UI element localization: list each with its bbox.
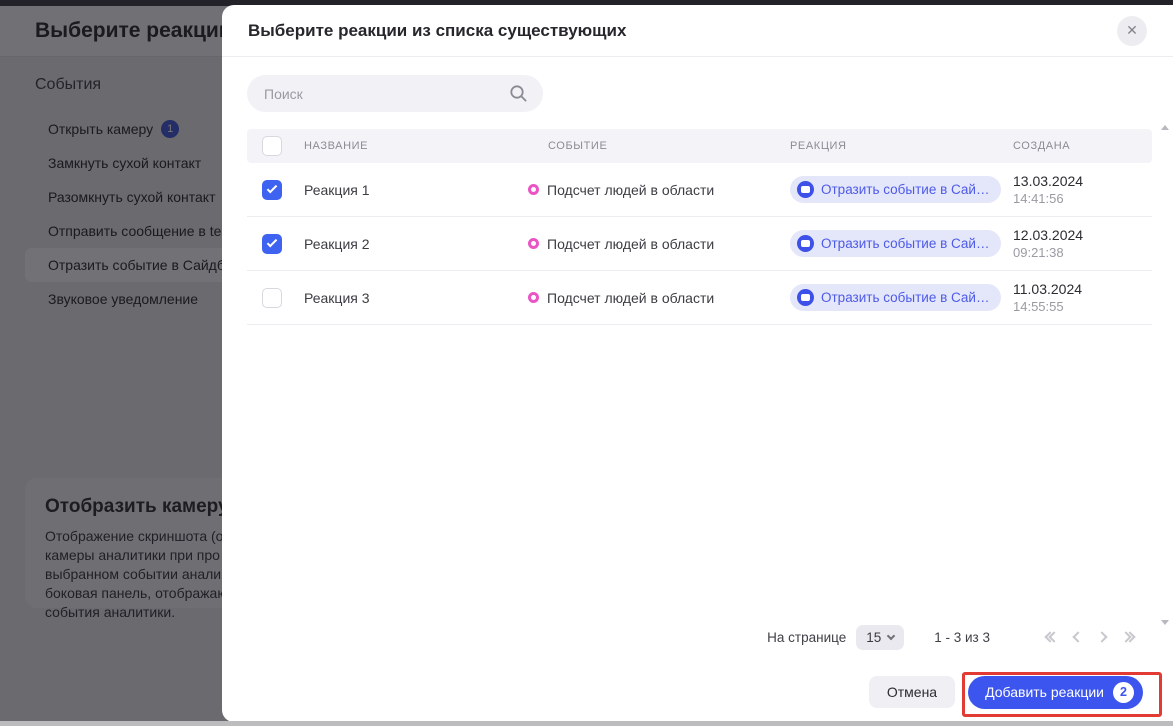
- app-window: Выберите реакцию н События Открыть камер…: [0, 0, 1173, 726]
- modal-footer: Отмена Добавить реакции 2: [222, 652, 1173, 722]
- event-name: Подсчет людей в области: [547, 182, 714, 198]
- add-reactions-button[interactable]: Добавить реакции 2: [968, 676, 1143, 709]
- created-date: 11.03.2024: [1013, 280, 1152, 298]
- table-empty-space: [247, 325, 1152, 622]
- per-page-select[interactable]: 15: [856, 625, 904, 650]
- event-name: Подсчет людей в области: [547, 290, 714, 306]
- selected-count-badge: 2: [1113, 682, 1134, 703]
- sidebar-reaction-icon: [797, 235, 814, 252]
- per-page-label: На странице: [767, 630, 846, 645]
- row-checkbox[interactable]: [262, 288, 282, 308]
- pagination-bar: На странице 15 1 - 3 из 3: [247, 622, 1152, 652]
- table-row[interactable]: Реакция 3 Подсчет людей в области Отрази…: [247, 271, 1152, 325]
- modal-body: НАЗВАНИЕ СОБЫТИЕ РЕАКЦИЯ СОЗДАНА Реакция…: [222, 57, 1173, 652]
- sidebar-reaction-icon: [797, 289, 814, 306]
- pagination-range: 1 - 3 из 3: [934, 630, 990, 645]
- table-row[interactable]: Реакция 1 Подсчет людей в области Отрази…: [247, 163, 1152, 217]
- reaction-chip-label: Отразить событие в Сай…: [821, 290, 989, 305]
- search-input[interactable]: [247, 75, 543, 112]
- column-header-reaction: РЕАКЦИЯ: [790, 140, 1005, 152]
- reaction-chip-label: Отразить событие в Сай…: [821, 236, 989, 251]
- column-header-created: СОЗДАНА: [1005, 140, 1152, 152]
- reaction-chip: Отразить событие в Сай…: [790, 284, 1001, 311]
- event-type-icon: [528, 238, 539, 249]
- select-all-checkbox[interactable]: [262, 136, 282, 156]
- reaction-chip: Отразить событие в Сай…: [790, 176, 1001, 203]
- event-name: Подсчет людей в области: [547, 236, 714, 252]
- window-bottom-edge: [0, 721, 1173, 726]
- reaction-name: Реакция 2: [304, 236, 528, 252]
- select-reactions-modal: Выберите реакции из списка существующих …: [222, 5, 1173, 722]
- reaction-name: Реакция 3: [304, 290, 528, 306]
- close-icon: ✕: [1126, 22, 1138, 39]
- add-reactions-label: Добавить реакции: [985, 684, 1104, 700]
- sidebar-reaction-icon: [797, 181, 814, 198]
- modal-header: Выберите реакции из списка существующих …: [222, 5, 1173, 57]
- chevron-left-icon: [1072, 631, 1083, 642]
- table-row[interactable]: Реакция 2 Подсчет людей в области Отрази…: [247, 217, 1152, 271]
- close-button[interactable]: ✕: [1117, 16, 1147, 46]
- chevron-right-icon: [1096, 631, 1107, 642]
- column-header-name: НАЗВАНИЕ: [304, 140, 528, 152]
- scroll-up-icon[interactable]: [1161, 125, 1169, 130]
- next-page-button[interactable]: [1098, 633, 1106, 641]
- event-type-icon: [528, 184, 539, 195]
- created-time: 09:21:38: [1013, 244, 1152, 261]
- created-time: 14:41:56: [1013, 190, 1152, 207]
- per-page-value: 15: [866, 630, 881, 645]
- modal-title: Выберите реакции из списка существующих: [248, 21, 626, 41]
- first-page-button[interactable]: [1046, 633, 1058, 641]
- column-header-event: СОБЫТИЕ: [528, 140, 790, 152]
- reaction-chip: Отразить событие в Сай…: [790, 230, 1001, 257]
- last-page-button[interactable]: [1122, 633, 1134, 641]
- row-checkbox[interactable]: [262, 180, 282, 200]
- cancel-button[interactable]: Отмена: [869, 676, 955, 708]
- search-icon: [509, 84, 528, 108]
- vertical-scrollbar[interactable]: [1159, 125, 1171, 625]
- scroll-down-icon[interactable]: [1161, 620, 1169, 625]
- reaction-chip-label: Отразить событие в Сай…: [821, 182, 989, 197]
- created-time: 14:55:55: [1013, 298, 1152, 315]
- chevron-down-icon: [887, 631, 895, 639]
- created-date: 12.03.2024: [1013, 226, 1152, 244]
- search-field: [247, 75, 543, 112]
- table-header-row: НАЗВАНИЕ СОБЫТИЕ РЕАКЦИЯ СОЗДАНА: [247, 129, 1152, 163]
- event-type-icon: [528, 292, 539, 303]
- reaction-name: Реакция 1: [304, 182, 528, 198]
- prev-page-button[interactable]: [1074, 633, 1082, 641]
- row-checkbox[interactable]: [262, 234, 282, 254]
- created-date: 13.03.2024: [1013, 172, 1152, 190]
